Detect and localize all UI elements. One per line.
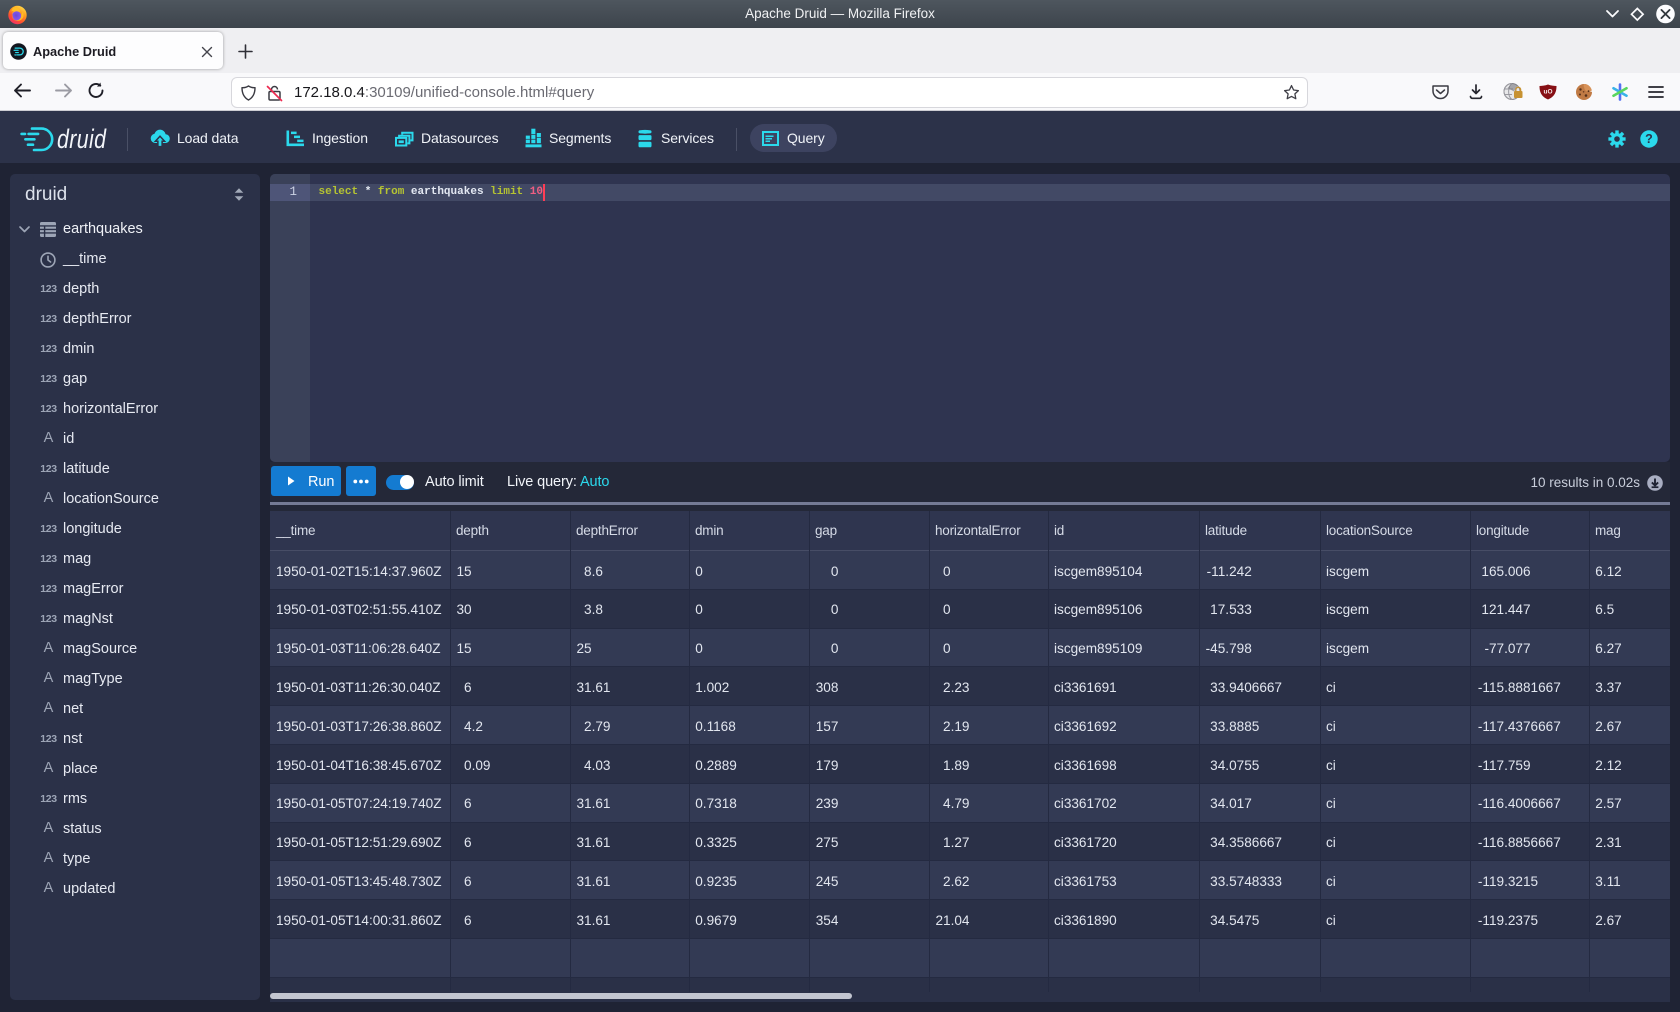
- svg-text:uO: uO: [1543, 89, 1552, 96]
- svg-text:?: ?: [1645, 132, 1653, 146]
